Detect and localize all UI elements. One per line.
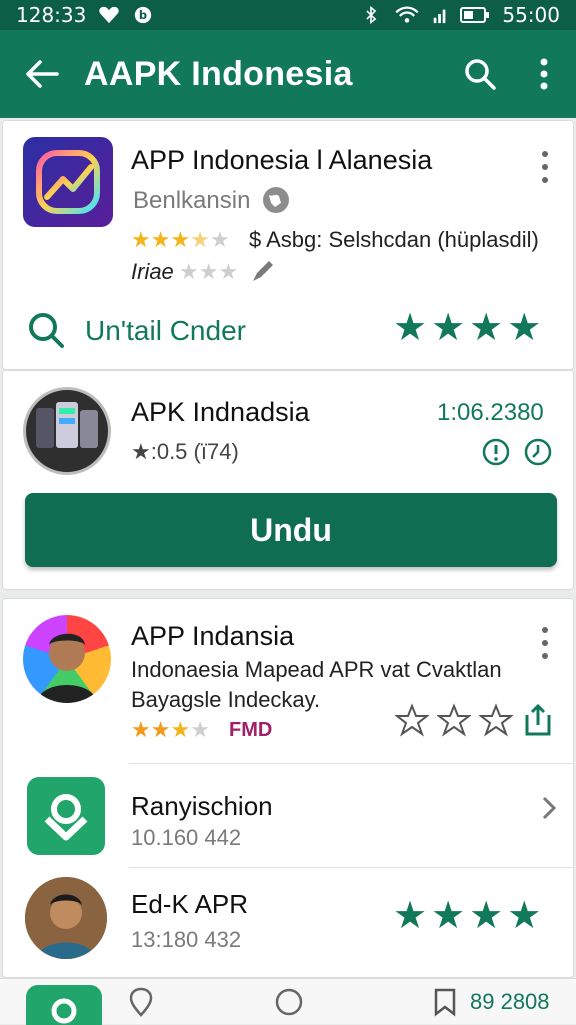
rating-line: $ Asbg: Selshcdan (hüplasdil) [249, 227, 539, 252]
app-icon-green [27, 777, 105, 855]
clock-icon[interactable] [523, 437, 553, 467]
rate-app-stars[interactable] [395, 703, 555, 737]
chevron-right-icon[interactable] [539, 795, 559, 821]
bluetooth-icon [366, 6, 377, 24]
wifi-icon [395, 6, 419, 23]
search-button[interactable] [448, 30, 512, 118]
list-item-subtitle: 10.160 442 [131, 825, 242, 850]
rating-stars: ★ ★ ★ ★ ★ [131, 227, 230, 252]
person-avatar-icon [37, 633, 97, 703]
list-item-title: Ranyischion [131, 791, 273, 821]
app-title: APK Indnadsia [131, 397, 310, 427]
back-button[interactable] [0, 30, 84, 118]
app-card-3[interactable]: APP Indansia Indonaesia Mapead APR vat C… [2, 598, 575, 978]
page-title: AAPK Indonesia [84, 54, 353, 93]
big-rating-stars: ★ ★ ★ ★ [393, 307, 542, 349]
status-time: 128:33 [16, 3, 87, 27]
developer-avatar [25, 877, 107, 959]
download-button[interactable]: Undu [25, 493, 557, 567]
bookmark-icon[interactable] [432, 987, 458, 1017]
secondary-label: Iriae [131, 259, 174, 284]
person-avatar-icon [25, 877, 107, 959]
download-pin-icon [51, 998, 77, 1024]
edit-icon[interactable] [249, 257, 277, 285]
more-options-button[interactable] [512, 30, 576, 118]
rating-text: ★:0.5 (ï74) [131, 439, 239, 464]
divider [129, 763, 575, 764]
card3-more-button[interactable] [535, 627, 555, 659]
star-outline-icon[interactable] [479, 703, 513, 737]
location-icon[interactable] [128, 987, 154, 1017]
card1-more-button[interactable] [535, 151, 555, 183]
search-icon [465, 59, 496, 90]
star-outline-icon[interactable] [395, 703, 429, 737]
b-badge-icon: b [135, 6, 152, 24]
search-icon[interactable] [27, 311, 65, 349]
description-line-1: Indonaesia Mapead APR vat Cvaktlan [131, 657, 502, 682]
list-item-title: Ed-K APR [131, 889, 249, 919]
status-badge: FMD [229, 719, 273, 741]
status-clock: 55:00 [502, 3, 560, 27]
install-link[interactable]: Un'tail Cnder [85, 315, 246, 347]
bottom-count: 89 2808 [470, 989, 550, 1014]
size-text: 1:06.2380 [437, 399, 544, 426]
back-arrow-icon [26, 60, 59, 88]
signal-icon [434, 9, 446, 24]
app-title: APP Indonesia l Alanesia [131, 145, 433, 175]
app-icon-gradient [23, 137, 113, 227]
phone-screens-icon [36, 402, 98, 448]
secondary-stars: ★ ★ ★ [179, 259, 239, 284]
rating-stars: ★ ★ ★ ★ [131, 717, 210, 742]
app-card-2[interactable]: APK Indnadsia ★:0.5 (ï74) 1:06.2380 Undu [2, 370, 574, 590]
app-bar: AAPK Indonesia [0, 30, 576, 118]
share-icon[interactable] [521, 703, 555, 737]
star-outline-icon[interactable] [437, 703, 471, 737]
list-item-subtitle: 13:180 432 [131, 927, 242, 952]
bottom-nav: 89 2808 [0, 978, 576, 1025]
app-card-1[interactable]: APP Indonesia l Alanesia Benlkansin ★ ★ ★ ★… [2, 120, 574, 370]
status-bar: 128:33 b 55:00 [0, 0, 576, 30]
home-circle-icon[interactable] [274, 987, 304, 1017]
divider [129, 867, 575, 868]
chart-logo-icon [36, 150, 100, 214]
globe-icon [263, 187, 289, 213]
info-icon[interactable] [481, 437, 511, 467]
description-line-2: Bayagsle Indeckay. [131, 687, 321, 712]
more-vert-icon [540, 58, 548, 90]
developer-name: Benlkansin [133, 187, 251, 214]
developer-avatar [23, 615, 111, 703]
heart-icon [99, 6, 120, 24]
app-title: APP Indansia [131, 621, 295, 651]
app-screenshot-thumbnail [23, 387, 111, 475]
app-icon-green[interactable] [26, 985, 102, 1025]
download-pin-icon [44, 794, 88, 841]
big-rating-stars: ★ ★ ★ ★ [393, 895, 542, 937]
svg-text:b: b [139, 8, 147, 22]
battery-icon [460, 7, 490, 23]
